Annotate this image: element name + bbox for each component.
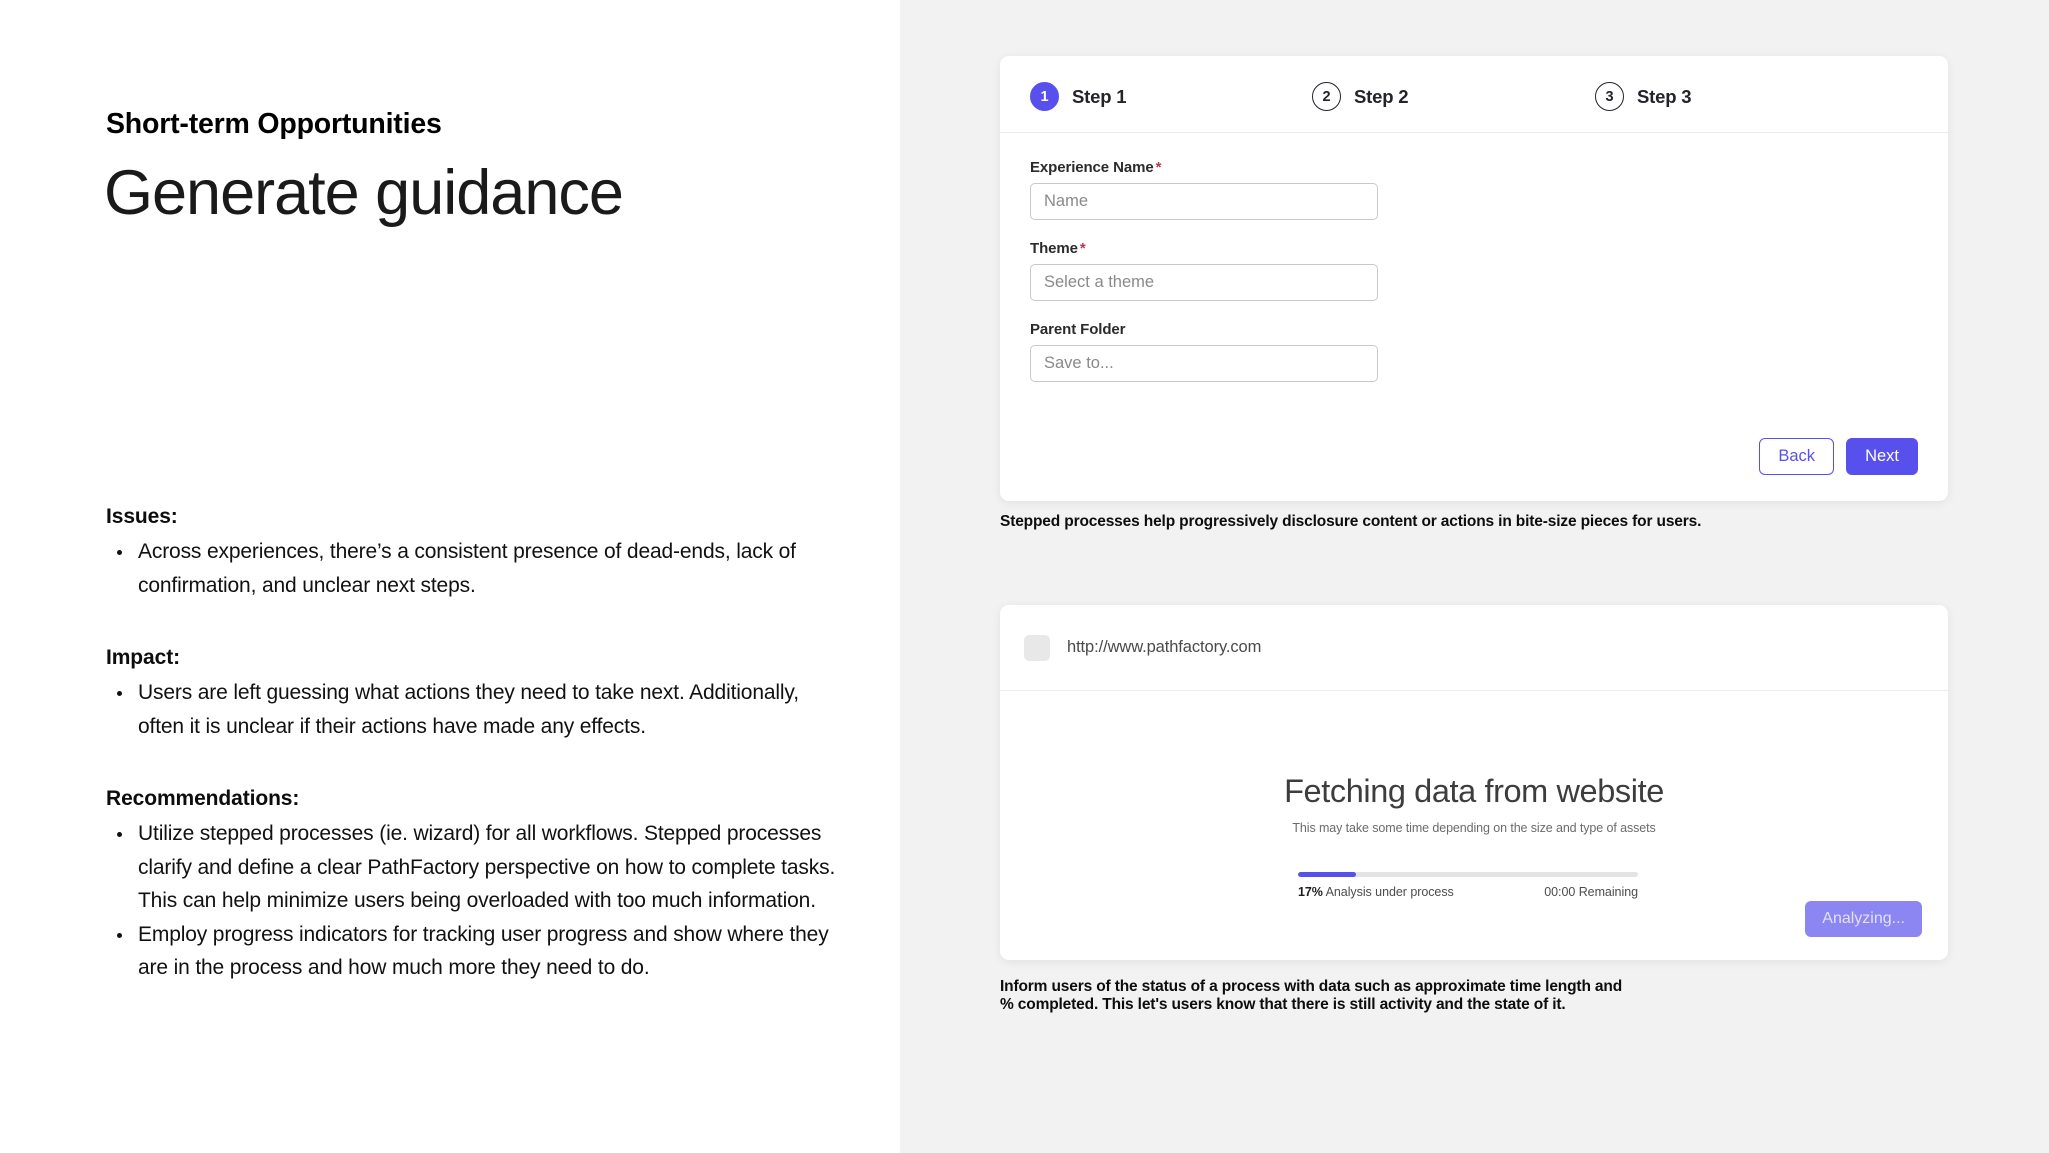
right-mockups-panel: 1 Step 1 2 Step 2 3 Step 3 Experience Na… (900, 0, 2049, 1153)
progress-indicator: 17% Analysis under process 00:00 Remaini… (1298, 872, 1638, 899)
browser-url-text[interactable]: http://www.pathfactory.com (1067, 638, 1261, 657)
loading-title: Fetching data from website (1284, 773, 1664, 809)
impact-heading: Impact: (106, 646, 180, 669)
browser-caption-line-2: % completed. This let's users know that … (1000, 995, 1566, 1013)
progress-remaining-text: 00:00 Remaining (1544, 885, 1638, 899)
recommendations-list: Utilize stepped processes (ie. wizard) f… (106, 817, 836, 985)
step-item-2[interactable]: 2 Step 2 (1312, 82, 1409, 111)
favicon-icon (1024, 634, 1050, 661)
list-item: Employ progress indicators for tracking … (106, 918, 836, 985)
step-label-1: Step 1 (1072, 85, 1127, 107)
parent-folder-input[interactable] (1030, 345, 1378, 382)
progress-status-group: 17% Analysis under process (1298, 885, 1454, 899)
step-number-badge-3: 3 (1595, 82, 1624, 111)
parent-folder-label: Parent Folder (1030, 321, 1918, 338)
step-number-badge-1: 1 (1030, 82, 1059, 111)
issues-list: Across experiences, there’s a consistent… (106, 535, 836, 602)
field-theme: Theme * (1030, 240, 1918, 301)
progress-track (1298, 872, 1638, 877)
findings-block: Issues: Across experiences, there’s a co… (106, 505, 836, 985)
browser-actions: Analyzing... (1805, 901, 1922, 937)
step-number-badge-2: 2 (1312, 82, 1341, 111)
experience-name-label: Experience Name * (1030, 159, 1918, 176)
stepper-card-caption: Stepped processes help progressively dis… (1000, 513, 1702, 530)
experience-form: Experience Name* Theme* Parent Folder (1000, 133, 1948, 382)
impact-list: Users are left guessing what actions the… (106, 676, 836, 743)
step-item-3[interactable]: 3 Step 3 (1595, 82, 1692, 111)
browser-loading-card: http://www.pathfactory.com Fetching data… (1000, 605, 1948, 960)
issues-heading: Issues: (106, 505, 178, 528)
theme-select-input[interactable] (1030, 264, 1378, 301)
loading-subtitle: This may take some time depending on the… (1292, 821, 1656, 835)
step-label-3: Step 3 (1637, 85, 1692, 107)
list-item: Utilize stepped processes (ie. wizard) f… (106, 817, 836, 918)
recommendations-heading: Recommendations: (106, 787, 300, 810)
field-experience-name: Experience Name * (1030, 159, 1918, 220)
required-asterisk: * (1079, 240, 1086, 257)
analyzing-button: Analyzing... (1805, 901, 1922, 937)
page-title: Generate guidance (104, 158, 624, 228)
stepper-header: 1 Step 1 2 Step 2 3 Step 3 (1000, 56, 1948, 133)
stepper-wizard-card: 1 Step 1 2 Step 2 3 Step 3 Experience Na… (1000, 56, 1948, 501)
experience-name-label-text: Experience Name (1030, 159, 1154, 176)
browser-address-bar: http://www.pathfactory.com (1000, 605, 1948, 691)
section-eyebrow: Short-term Opportunities (106, 108, 442, 140)
wizard-actions: Back Next (1759, 438, 1918, 475)
progress-status-text: Analysis under process (1325, 885, 1454, 899)
progress-fill (1298, 872, 1356, 877)
back-button[interactable]: Back (1759, 438, 1835, 475)
progress-percent: 17% (1298, 885, 1323, 899)
next-button[interactable]: Next (1846, 438, 1918, 475)
slide-page: Short-term Opportunities Generate guidan… (0, 0, 2049, 1153)
parent-folder-label-text: Parent Folder (1030, 321, 1126, 338)
step-item-1[interactable]: 1 Step 1 (1030, 82, 1127, 111)
required-asterisk: * (1155, 159, 1162, 176)
field-parent-folder: Parent Folder (1030, 321, 1918, 382)
list-item: Users are left guessing what actions the… (106, 676, 836, 743)
experience-name-input[interactable] (1030, 183, 1378, 220)
list-item: Across experiences, there’s a consistent… (106, 535, 836, 602)
theme-label: Theme * (1030, 240, 1918, 257)
browser-viewport: Fetching data from website This may take… (1000, 691, 1948, 959)
browser-caption-line-1: Inform users of the status of a process … (1000, 978, 1623, 995)
browser-card-caption: Inform users of the status of a process … (1000, 978, 1700, 1013)
step-label-2: Step 2 (1354, 85, 1409, 107)
left-content-panel: Short-term Opportunities Generate guidan… (0, 0, 900, 1153)
progress-meta: 17% Analysis under process 00:00 Remaini… (1298, 885, 1638, 899)
theme-label-text: Theme (1030, 240, 1078, 257)
